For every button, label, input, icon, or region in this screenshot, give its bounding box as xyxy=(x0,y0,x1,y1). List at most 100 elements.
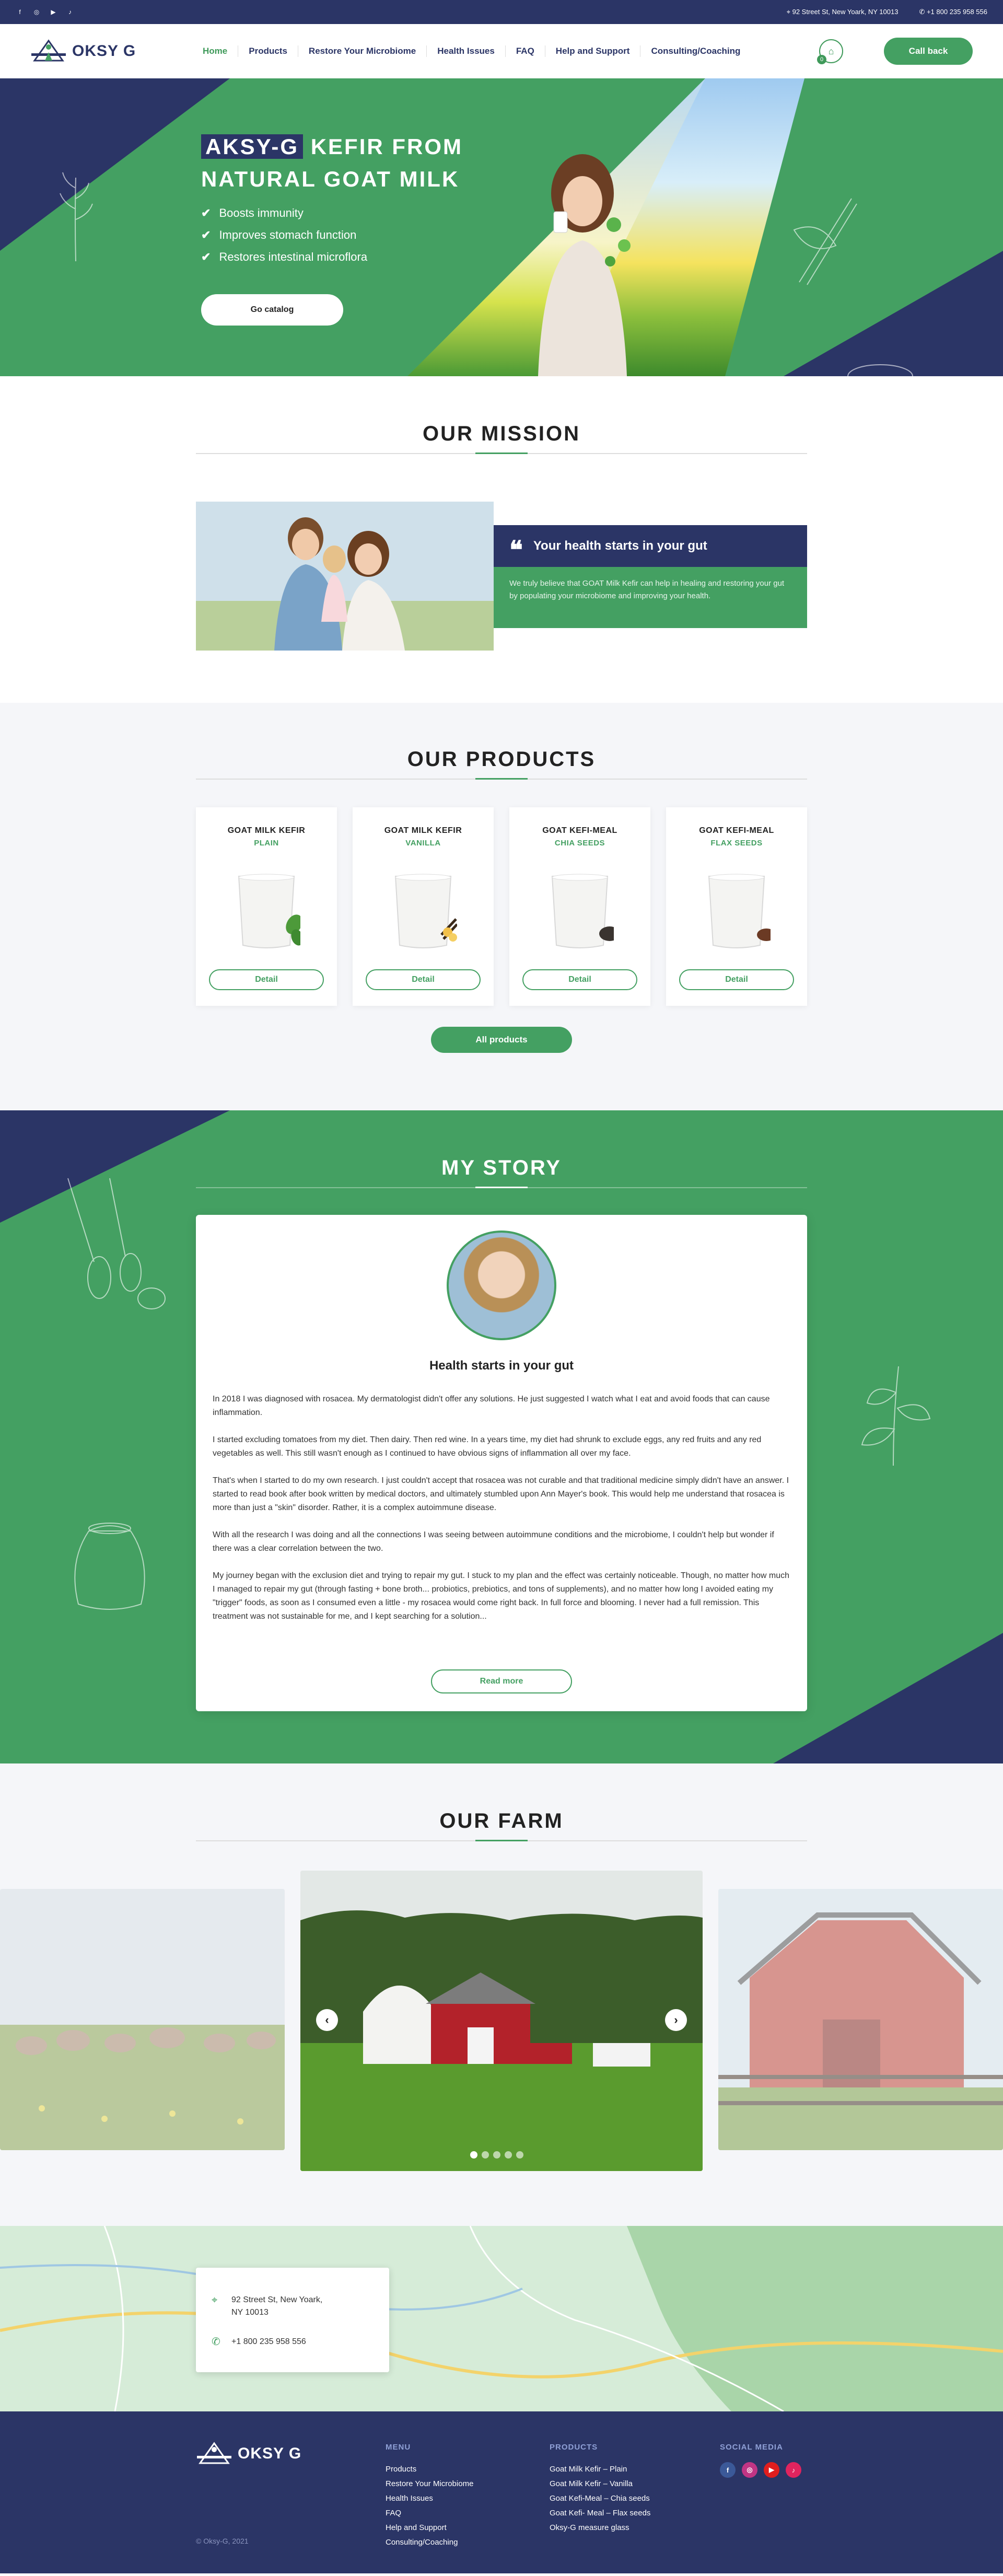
benefit-text: Boosts immunity xyxy=(219,206,304,219)
mission-description: We truly believe that GOAT Milk Kefir ca… xyxy=(494,567,807,628)
benefit-item: ✔ Boosts immunity xyxy=(201,206,367,220)
products-section: OUR PRODUCTS GOAT MILK KEFIR PLAIN Detai… xyxy=(0,703,1003,1110)
check-icon: ✔ xyxy=(201,206,211,219)
farm-slide-prev[interactable] xyxy=(0,1889,285,2150)
address-line-2: NY 10013 xyxy=(231,2308,269,2317)
hero-title-brand: AKSY-G xyxy=(201,134,304,159)
phone-contact[interactable]: ✆ +1 800 235 958 556 xyxy=(919,8,987,16)
facebook-icon[interactable]: f xyxy=(16,8,24,16)
tiktok-icon[interactable]: ♪ xyxy=(786,2462,801,2478)
kefir-glass-image xyxy=(238,874,300,948)
footer-link[interactable]: Products xyxy=(386,2462,473,2477)
product-detail-button[interactable]: Detail xyxy=(679,969,794,990)
map-phone[interactable]: ✆ +1 800 235 958 556 xyxy=(212,2336,306,2348)
youtube-icon[interactable]: ▶ xyxy=(49,8,57,16)
product-card[interactable]: GOAT KEFI-MEAL CHIA SEEDS Detail xyxy=(509,807,650,1006)
product-card[interactable]: GOAT MILK KEFIR PLAIN Detail xyxy=(196,807,337,1006)
footer-menu-title: MENU xyxy=(386,2443,411,2452)
products-title: OUR PRODUCTS xyxy=(407,748,596,771)
product-name: GOAT KEFI-MEAL xyxy=(699,826,774,835)
bowl-sketch-icon xyxy=(847,364,913,376)
benefit-text: Improves stomach function xyxy=(219,228,357,241)
farm-section: OUR FARM ‹ › xyxy=(0,1763,1003,2226)
check-icon: ✔ xyxy=(201,228,211,241)
slider-dot[interactable] xyxy=(493,2151,500,2159)
map-background xyxy=(0,2226,1003,2411)
logo[interactable]: OKSY G xyxy=(30,38,150,65)
location-map[interactable]: ⌖ 92 Street St, New Yoark, NY 10013 ✆ +1 … xyxy=(0,2226,1003,2411)
nav-item-restore-microbiome[interactable]: Restore Your Microbiome xyxy=(298,45,427,57)
nav-item-help-support[interactable]: Help and Support xyxy=(545,45,641,57)
footer-products-title: PRODUCTS xyxy=(550,2443,598,2452)
youtube-icon[interactable]: ▶ xyxy=(764,2462,779,2478)
footer-link[interactable]: Help and Support xyxy=(386,2521,473,2535)
product-variant: PLAIN xyxy=(254,839,279,848)
contact-card: ⌖ 92 Street St, New Yoark, NY 10013 ✆ +1 … xyxy=(196,2268,389,2372)
cart-button[interactable]: ⌂ 0 xyxy=(817,39,843,64)
product-detail-button[interactable]: Detail xyxy=(209,969,324,990)
slider-dot[interactable] xyxy=(482,2151,489,2159)
nav-item-products[interactable]: Products xyxy=(238,45,298,57)
footer-link[interactable]: Restore Your Microbiome xyxy=(386,2477,473,2491)
wheat-sketch-icon xyxy=(60,172,93,261)
footer-link[interactable]: Goat Kefi-Meal – Chia seeds xyxy=(550,2491,650,2506)
tiktok-icon[interactable]: ♪ xyxy=(66,8,74,16)
benefit-item: ✔ Improves stomach function xyxy=(201,228,367,242)
logo-mark-icon xyxy=(31,39,66,62)
footer-products: PRODUCTS Goat Milk Kefir – Plain Goat Mi… xyxy=(550,2443,650,2535)
phone-text: +1 800 235 958 556 xyxy=(926,8,987,16)
footer-link[interactable]: FAQ xyxy=(386,2506,473,2521)
facebook-icon[interactable]: f xyxy=(720,2462,736,2478)
farm-slide-next[interactable] xyxy=(718,1889,1003,2150)
story-heading: Health starts in your gut xyxy=(429,1359,574,1373)
go-catalog-button[interactable]: Go catalog xyxy=(201,294,343,326)
slider-prev-arrow[interactable]: ‹ xyxy=(316,2009,338,2031)
hero-section: AKSY-G KEFIR FROM NATURAL GOAT MILK ✔ Boo… xyxy=(0,78,1003,376)
footer-logo[interactable]: OKSY G xyxy=(196,2440,321,2467)
product-name: GOAT MILK KEFIR xyxy=(227,826,306,835)
nav-item-consulting[interactable]: Consulting/Coaching xyxy=(640,45,751,57)
footer-link[interactable]: Consulting/Coaching xyxy=(386,2535,473,2550)
social-links: f ◎ ▶ ♪ xyxy=(16,8,74,16)
map-phone-text: +1 800 235 958 556 xyxy=(231,2337,306,2346)
address-line-1: 92 Street St, New Yoark, xyxy=(231,2295,323,2304)
hero-title: AKSY-G KEFIR FROM NATURAL GOAT MILK xyxy=(201,131,463,195)
footer-link[interactable]: Health Issues xyxy=(386,2491,473,2506)
mission-quote-text: Your health starts in your gut xyxy=(533,539,707,553)
all-products-button[interactable]: All products xyxy=(431,1027,572,1053)
slider-dot[interactable] xyxy=(505,2151,512,2159)
footer-link[interactable]: Oksy-G measure glass xyxy=(550,2521,650,2535)
story-title: MY STORY xyxy=(441,1156,562,1179)
basket-icon: ⌂ xyxy=(828,45,834,56)
story-paragraph: In 2018 I was diagnosed with rosacea. My… xyxy=(213,1395,770,1417)
slider-next-arrow[interactable]: › xyxy=(665,2009,687,2031)
product-card[interactable]: GOAT MILK KEFIR VANILLA Detail xyxy=(353,807,494,1006)
nav-item-health-issues[interactable]: Health Issues xyxy=(427,45,506,57)
map-address[interactable]: ⌖ 92 Street St, New Yoark, NY 10013 xyxy=(212,2294,322,2319)
read-more-button[interactable]: Read more xyxy=(431,1669,572,1693)
story-paragraph: My journey began with the exclusion diet… xyxy=(213,1571,789,1621)
title-divider xyxy=(196,1187,807,1188)
product-detail-button[interactable]: Detail xyxy=(366,969,481,990)
farm-slide-active[interactable]: ‹ › xyxy=(300,1871,703,2171)
product-grid: GOAT MILK KEFIR PLAIN Detail GOAT MILK K… xyxy=(196,807,807,1006)
slider-dot[interactable] xyxy=(470,2151,477,2159)
story-paragraph: I started excluding tomatoes from my die… xyxy=(213,1435,762,1458)
product-variant: CHIA SEEDS xyxy=(554,839,605,848)
slider-dot[interactable] xyxy=(516,2151,523,2159)
product-detail-button[interactable]: Detail xyxy=(522,969,637,990)
call-back-button[interactable]: Call back xyxy=(884,38,973,65)
address-contact[interactable]: ⌖ 92 Street St, New Yoark, NY 10013 xyxy=(787,8,899,16)
grain-sack-sketch-icon xyxy=(74,1523,145,1610)
footer-link[interactable]: Goat Milk Kefir – Vanilla xyxy=(550,2477,650,2491)
instagram-icon[interactable]: ◎ xyxy=(32,8,41,16)
product-card[interactable]: GOAT KEFI-MEAL FLAX SEEDS Detail xyxy=(666,807,807,1006)
footer-link[interactable]: Goat Kefi- Meal – Flax seeds xyxy=(550,2506,650,2521)
farm-title: OUR FARM xyxy=(439,1809,564,1832)
nav-item-home[interactable]: Home xyxy=(192,45,239,57)
footer-link[interactable]: Goat Milk Kefir – Plain xyxy=(550,2462,650,2477)
copyright: © Oksy-G, 2021 xyxy=(196,2537,249,2545)
nav-item-faq[interactable]: FAQ xyxy=(506,45,545,57)
instagram-icon[interactable]: ◎ xyxy=(742,2462,757,2478)
mission-quote: ❝ Your health starts in your gut xyxy=(494,525,807,567)
